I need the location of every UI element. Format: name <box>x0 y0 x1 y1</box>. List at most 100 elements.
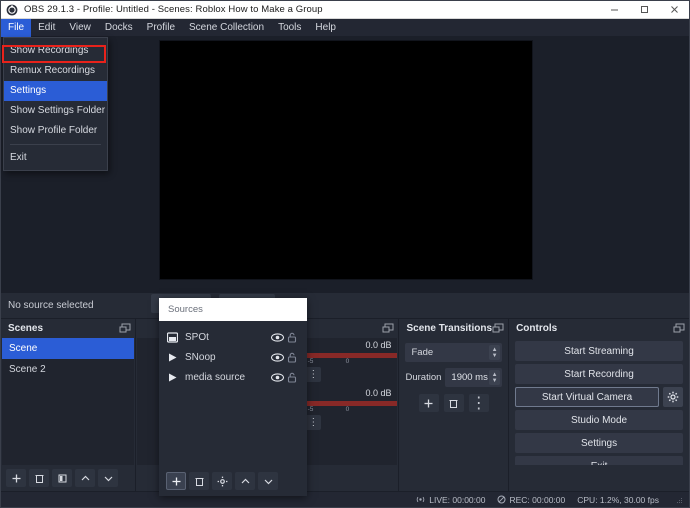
menu-item-show-profile-folder[interactable]: Show Profile Folder <box>4 121 107 141</box>
window-title: OBS 29.1.3 - Profile: Untitled - Scenes:… <box>24 4 323 15</box>
controls-dock-title: Controls <box>516 323 558 334</box>
remove-scene-button[interactable] <box>29 469 49 487</box>
eye-icon[interactable] <box>269 332 285 342</box>
duration-input[interactable]: 1900 ms ▲ ▼ <box>445 368 503 387</box>
settings-button[interactable]: Settings <box>515 433 683 453</box>
start-virtual-camera-button[interactable]: Start Virtual Camera <box>515 387 659 407</box>
scene-list-item[interactable]: Scene 2 <box>2 359 134 380</box>
start-streaming-button[interactable]: Start Streaming <box>515 341 683 361</box>
transitions-body: Fade ▲ ▼ Duration 1900 ms ▲ ▼ ⋮ <box>400 338 508 465</box>
mixer-scale-tick: 0 <box>345 406 350 413</box>
virtual-camera-row: Start Virtual Camera <box>515 387 683 407</box>
mixer-db-value: 0.0 dB <box>365 388 392 398</box>
live-status: LIVE: 00:00:00 <box>415 495 485 505</box>
source-list-item[interactable]: SNoop <box>159 347 307 367</box>
scenes-dock-header: Scenes <box>1 319 135 338</box>
exit-button[interactable]: Exit <box>515 456 683 465</box>
controls-dock-header: Controls <box>509 319 689 338</box>
transition-options-button[interactable]: ⋮ <box>468 394 489 412</box>
add-scene-button[interactable] <box>6 469 26 487</box>
gear-icon[interactable] <box>663 387 683 407</box>
resize-grip-icon[interactable] <box>675 496 683 504</box>
menu-item-settings[interactable]: Settings <box>4 81 107 101</box>
menu-item-remux-recordings[interactable]: Remux Recordings <box>4 61 107 81</box>
scenes-dock-title: Scenes <box>8 323 44 334</box>
remove-transition-button[interactable] <box>443 394 464 412</box>
move-source-up-button[interactable] <box>235 472 255 490</box>
move-source-down-button[interactable] <box>258 472 278 490</box>
cpu-fps-text: CPU: 1.2%, 30.00 fps <box>577 494 659 505</box>
menu-item-show-recordings[interactable]: Show Recordings <box>4 41 107 61</box>
menu-scene-collection[interactable]: Scene Collection <box>182 19 271 37</box>
scenes-list[interactable]: Scene Scene 2 <box>2 338 134 465</box>
menu-help[interactable]: Help <box>308 19 343 37</box>
cpu-status: CPU: 1.2%, 30.00 fps <box>577 495 659 505</box>
duration-spinner-icon[interactable]: ▲ ▼ <box>489 370 501 385</box>
dock-row: Scenes Scene Scene 2 0.0 dB -5 0 ⋮ 0.0 d… <box>1 319 689 491</box>
record-icon <box>497 495 506 504</box>
source-name: SNoop <box>185 351 216 363</box>
source-properties-button[interactable] <box>212 472 232 490</box>
menu-edit[interactable]: Edit <box>31 19 62 37</box>
menu-view[interactable]: View <box>62 19 98 37</box>
move-scene-down-button[interactable] <box>98 469 118 487</box>
undock-icon[interactable] <box>673 323 685 334</box>
menu-bar: File Edit View Docks Profile Scene Colle… <box>1 18 689 37</box>
scene-list-item[interactable]: Scene <box>2 338 134 359</box>
sources-list: SPOt SNoop media source <box>159 321 307 466</box>
lock-icon[interactable] <box>285 332 299 343</box>
live-timer: LIVE: 00:00:00 <box>429 494 486 505</box>
transition-select-value: Fade <box>411 347 434 358</box>
controls-body: Start Streaming Start Recording Start Vi… <box>510 338 688 465</box>
transitions-dock-header: Scene Transitions <box>399 319 508 338</box>
transitions-toolbar: ⋮ <box>400 394 507 412</box>
maximize-button[interactable] <box>629 1 659 19</box>
menu-item-show-settings-folder[interactable]: Show Settings Folder <box>4 101 107 121</box>
mixer-scale-tick: -5 <box>307 406 314 413</box>
menu-docks[interactable]: Docks <box>98 19 140 37</box>
menu-tools[interactable]: Tools <box>271 19 308 37</box>
start-recording-button[interactable]: Start Recording <box>515 364 683 384</box>
mixer-options-button[interactable]: ⋮ <box>305 367 322 382</box>
duration-value: 1900 ms <box>451 372 488 383</box>
sources-panel-title: Sources <box>168 304 203 315</box>
undock-icon[interactable] <box>492 323 504 334</box>
source-list-item[interactable]: SPOt <box>159 327 307 347</box>
rec-timer: REC: 00:00:00 <box>509 494 566 505</box>
add-transition-button[interactable] <box>418 394 439 412</box>
mixer-options-button[interactable]: ⋮ <box>305 415 322 430</box>
scene-filters-button[interactable] <box>52 469 72 487</box>
source-list-item[interactable]: media source <box>159 367 307 387</box>
source-toolbar: No source selected <box>1 292 689 319</box>
source-name: SPOt <box>185 331 209 343</box>
no-source-label: No source selected <box>8 300 94 311</box>
menu-profile[interactable]: Profile <box>140 19 182 37</box>
lock-icon[interactable] <box>285 372 299 383</box>
transition-select[interactable]: Fade ▲ ▼ <box>405 343 503 362</box>
scenes-dock: Scenes Scene Scene 2 <box>1 319 136 491</box>
undock-icon[interactable] <box>382 323 394 334</box>
sources-toolbar <box>159 466 307 496</box>
undock-icon[interactable] <box>119 323 131 334</box>
eye-icon[interactable] <box>269 372 285 382</box>
close-button[interactable] <box>659 1 689 19</box>
mixer-scale-tick: 0 <box>345 358 350 365</box>
eye-icon[interactable] <box>269 352 285 362</box>
preview-canvas[interactable] <box>159 40 533 280</box>
transition-spinner-icon[interactable]: ▲ ▼ <box>489 345 501 360</box>
add-source-button[interactable] <box>166 472 186 490</box>
move-scene-up-button[interactable] <box>75 469 95 487</box>
rec-status: REC: 00:00:00 <box>497 495 565 505</box>
studio-mode-button[interactable]: Studio Mode <box>515 410 683 430</box>
remove-source-button[interactable] <box>189 472 209 490</box>
obs-main-window: OBS 29.1.3 - Profile: Untitled - Scenes:… <box>0 0 690 508</box>
image-source-icon <box>167 331 181 343</box>
menu-item-exit[interactable]: Exit <box>4 148 107 168</box>
media-source-icon <box>167 352 181 363</box>
source-name: media source <box>185 371 246 383</box>
menu-file[interactable]: File <box>1 18 32 37</box>
sources-panel-header[interactable]: Sources <box>159 298 307 321</box>
minimize-button[interactable] <box>599 1 629 19</box>
menu-separator <box>10 144 101 145</box>
lock-icon[interactable] <box>285 352 299 363</box>
